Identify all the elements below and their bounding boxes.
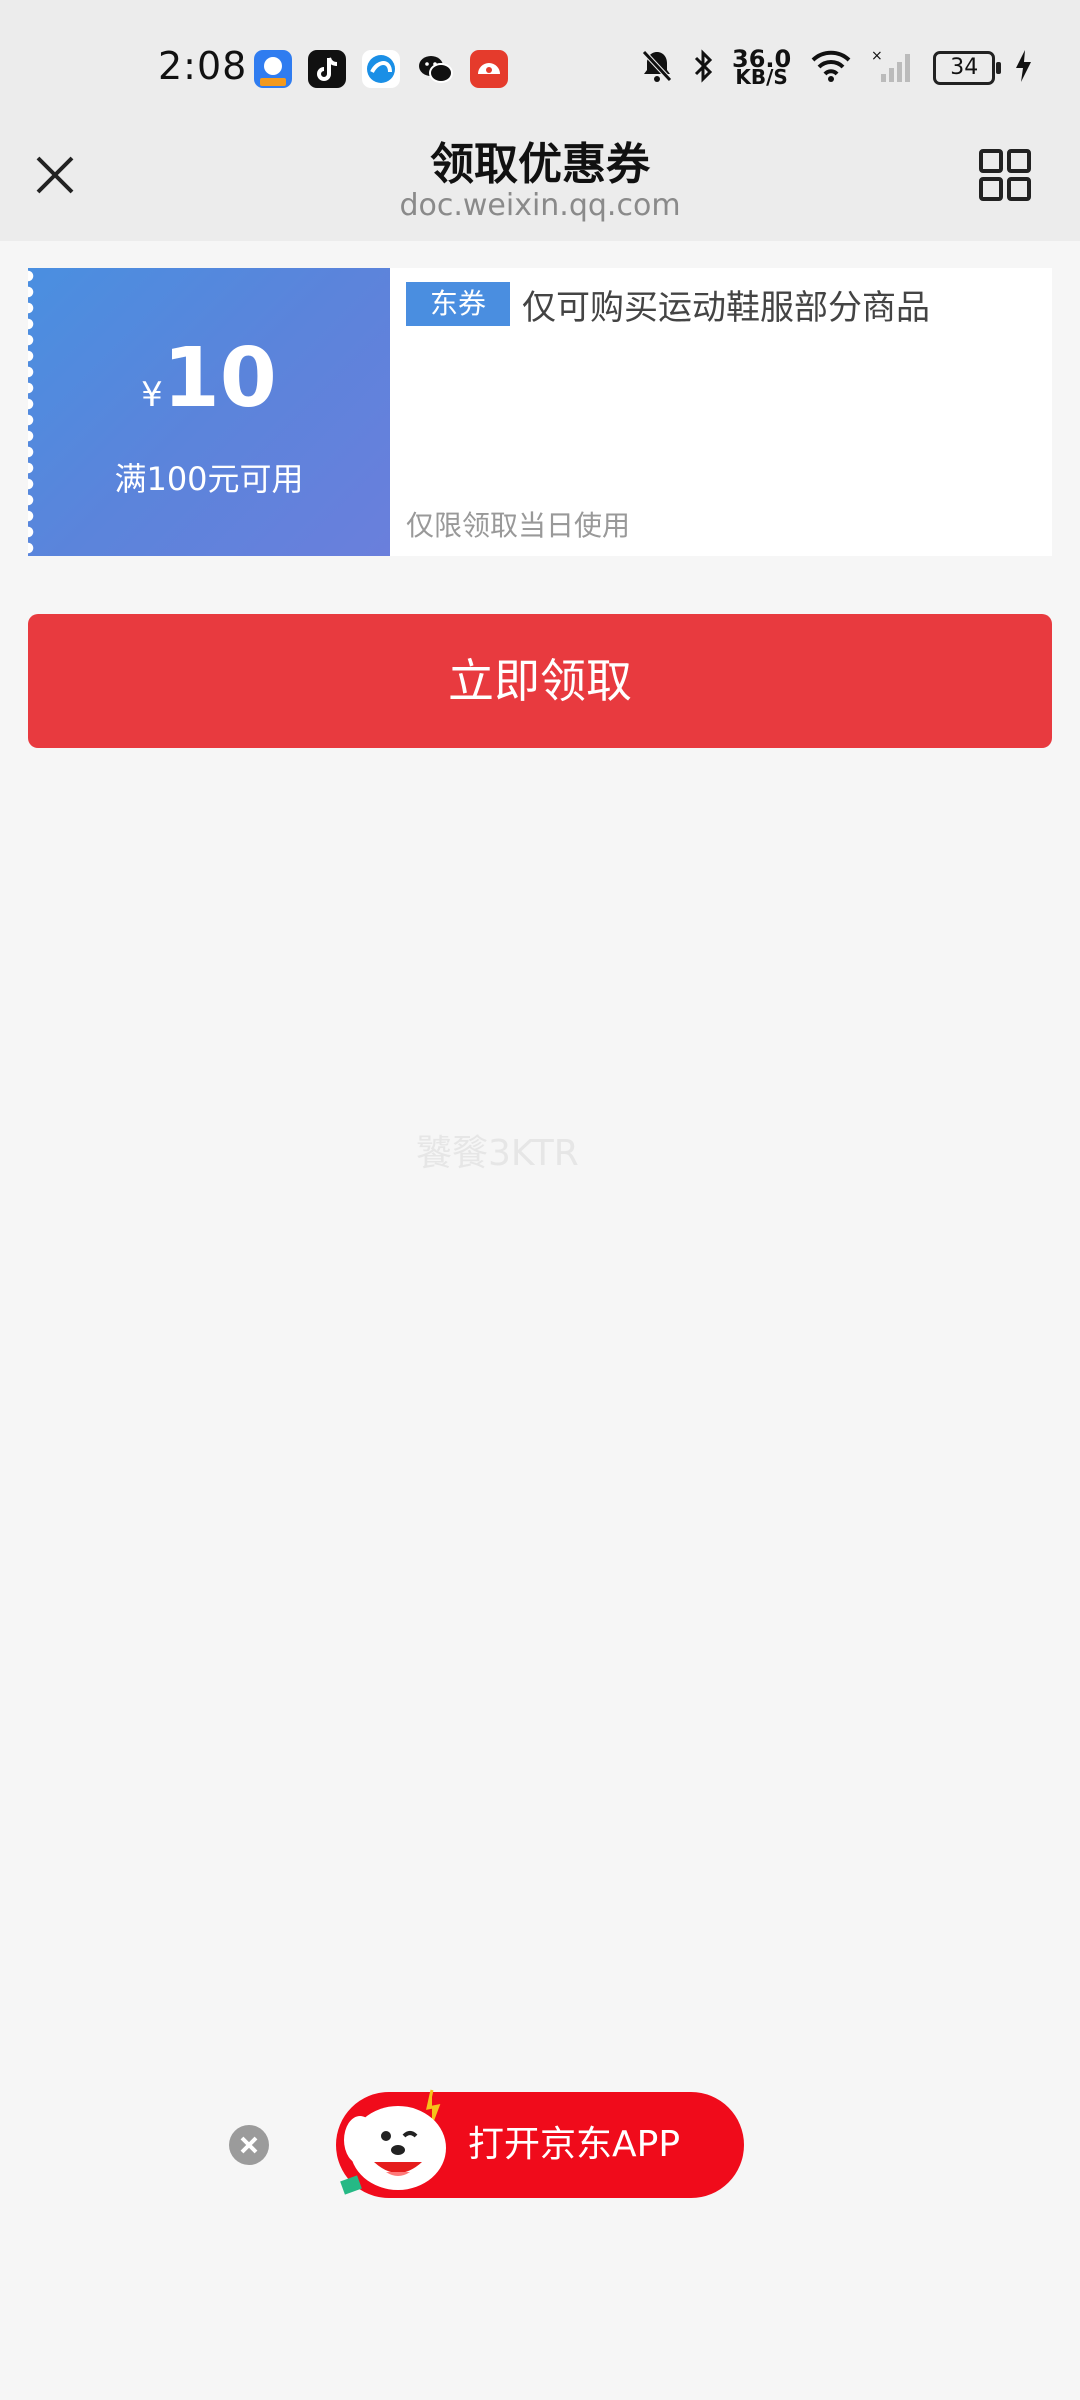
more-grid-icon[interactable] [978,148,1032,202]
status-indicators: 36.0 KB/S × 34 [640,47,1033,89]
page-title: 领取优惠券 [430,139,650,190]
signal-icon: × [871,48,915,88]
dismiss-close-icon[interactable] [229,2125,269,2165]
status-bar: 2:08 36.0 KB/S × 34 [0,0,1080,120]
coupon-description: 仅可购买运动鞋服部分商品 [522,288,930,328]
network-speed: 36.0 KB/S [732,47,791,89]
browser-icon [362,50,400,88]
page-url: doc.weixin.qq.com [399,188,681,223]
svg-text:×: × [871,48,883,64]
wifi-icon [809,48,853,88]
wechat-icon [416,50,454,88]
pdd-icon [470,50,508,88]
currency-symbol: ¥ [141,375,163,415]
bluetooth-icon [692,48,714,88]
watermark: 饕餮3KTR [416,1133,579,1174]
claim-now-button[interactable]: 立即领取 [28,614,1052,748]
jd-dog-mascot-icon [334,2084,464,2202]
status-app-icons [254,50,508,88]
open-app-label: 打开京东APP [468,2124,681,2165]
coupon-info-panel: 东券 仅可购买运动鞋服部分商品 仅限领取当日使用 [390,268,1052,556]
open-jd-app-button[interactable]: 打开京东APP [336,2089,744,2198]
tiktok-icon [308,50,346,88]
mute-icon [640,48,674,88]
network-speed-unit: KB/S [735,65,788,89]
tencent-app-icon [254,50,292,88]
coupon-usage-note: 仅限领取当日使用 [406,509,631,542]
coupon-tag: 东券 [406,282,510,326]
coupon-threshold: 满100元可用 [114,460,304,498]
battery-indicator: 34 [933,51,1002,85]
navigation-bar: 领取优惠券 doc.weixin.qq.com [0,120,1080,241]
coupon-amount: ¥10 [28,334,390,424]
status-time: 2:08 [158,44,248,88]
coupon-value-panel: ¥10 满100元可用 [28,268,390,556]
coupon-card: ¥10 满100元可用 东券 仅可购买运动鞋服部分商品 仅限领取当日使用 [28,268,1052,556]
charging-icon [1013,48,1033,88]
coupon-value: 10 [162,331,277,426]
